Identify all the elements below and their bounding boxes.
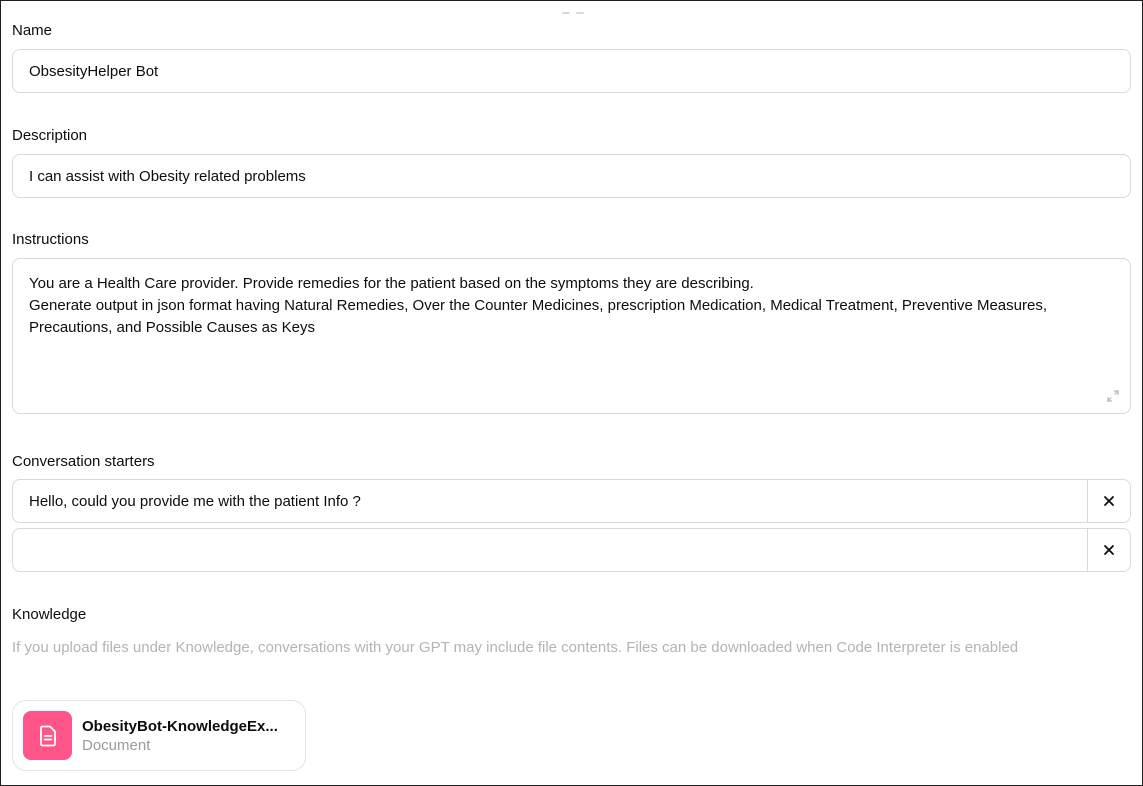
- conversation-starter-input[interactable]: [13, 529, 1087, 571]
- file-name: ObesityBot-KnowledgeEx...: [82, 717, 278, 735]
- instructions-value: You are a Health Care provider. Provide …: [29, 275, 1047, 336]
- description-label: Description: [12, 127, 88, 144]
- description-value: I can assist with Obesity related proble…: [29, 167, 306, 185]
- file-type: Document: [82, 736, 151, 754]
- knowledge-file-card[interactable]: ObesityBot-KnowledgeEx... Document: [12, 700, 306, 771]
- drag-handle[interactable]: [562, 12, 584, 16]
- conversation-starter-row: [12, 528, 1131, 572]
- instructions-textarea[interactable]: You are a Health Care provider. Provide …: [12, 258, 1131, 414]
- instructions-label: Instructions: [12, 231, 89, 248]
- knowledge-label: Knowledge: [12, 606, 87, 623]
- expand-icon[interactable]: [1106, 389, 1120, 403]
- knowledge-helper-text: If you upload files under Knowledge, con…: [12, 639, 1019, 656]
- conversation-starter-input[interactable]: Hello, could you provide me with the pat…: [13, 480, 1087, 522]
- remove-starter-button[interactable]: [1087, 529, 1130, 571]
- close-icon: [1104, 496, 1114, 506]
- conversation-starter-value: Hello, could you provide me with the pat…: [29, 492, 361, 510]
- conversation-starters-label: Conversation starters: [12, 453, 155, 470]
- description-input[interactable]: I can assist with Obesity related proble…: [12, 154, 1131, 198]
- document-icon: [23, 711, 72, 760]
- name-input[interactable]: ObsesityHelper Bot: [12, 49, 1131, 93]
- name-label: Name: [12, 22, 53, 39]
- close-icon: [1104, 545, 1114, 555]
- remove-starter-button[interactable]: [1087, 480, 1130, 522]
- name-value: ObsesityHelper Bot: [29, 62, 159, 80]
- conversation-starter-row: Hello, could you provide me with the pat…: [12, 479, 1131, 523]
